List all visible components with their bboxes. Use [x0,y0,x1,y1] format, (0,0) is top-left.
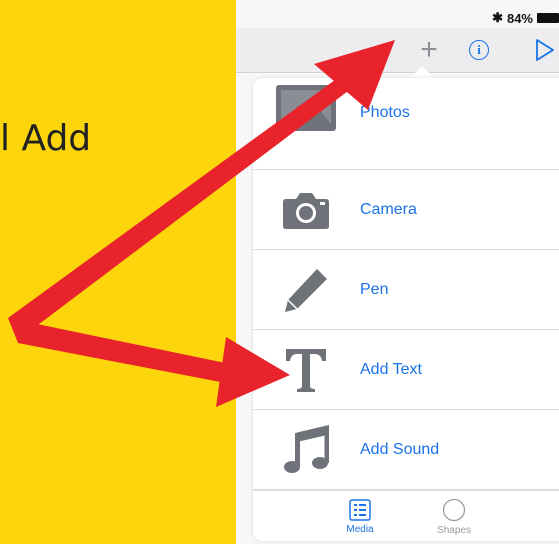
menu-item-label: Camera [360,200,417,218]
info-button[interactable]: i [463,28,495,72]
plus-icon: + [420,33,438,66]
info-icon: i [469,40,489,60]
bluetooth-icon: ✱ [492,10,503,25]
menu-item-label: Add Sound [360,440,440,458]
battery-icon [537,13,559,23]
menu-item-pen[interactable]: Pen [253,250,559,330]
tab-bar: Media Shapes [253,490,559,541]
menu-item-label: Pen [360,280,389,298]
menu-item-photos[interactable]: Photos [253,78,559,170]
menu-item-add-text[interactable]: Add Text [253,330,559,410]
toolbar: + i [236,28,559,73]
slide-background: l Add [0,0,236,544]
media-menu: Photos Camera Pen Add Text Add Sound [253,78,559,490]
play-button[interactable] [531,28,559,72]
slide-caption: l Add [0,118,92,159]
menu-item-add-sound[interactable]: Add Sound [253,410,559,490]
music-note-icon [273,410,339,489]
tab-label: Shapes [437,524,471,536]
pen-icon [273,250,339,329]
tab-media[interactable]: Media [320,491,400,541]
tab-label: Media [346,523,374,535]
play-icon [536,39,554,61]
tab-shapes[interactable]: Shapes [414,491,494,541]
menu-item-label: Photos [360,104,410,121]
text-icon [273,330,339,409]
photo-icon [273,78,339,153]
circle-icon [442,498,466,521]
media-popover: Photos Camera Pen Add Text Add Sound Med… [253,78,559,541]
status-bar: ✱ 84% [236,8,559,28]
menu-item-camera[interactable]: Camera [253,170,559,250]
camera-icon [273,170,339,249]
battery-percent: 84% [506,10,533,26]
ipad-screen: ✱ 84% + i Photos Camera Pen Add Text Add… [236,0,559,544]
menu-item-label: Add Text [360,360,422,378]
list-icon [349,498,371,521]
